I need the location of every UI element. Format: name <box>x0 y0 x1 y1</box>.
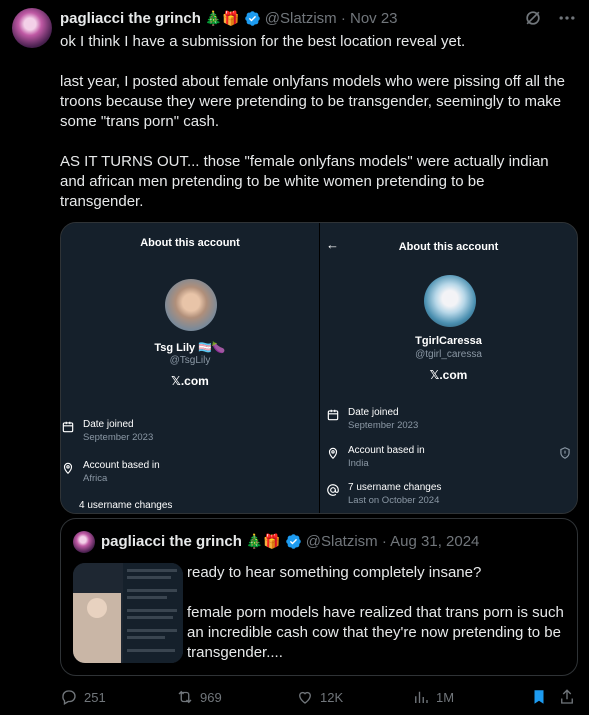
username-changes-row: 7 username changes Last on October 2024 <box>326 481 441 507</box>
tweet-media[interactable]: About this account Tsg Lily 🏳️‍⚧️🍆 @TsgL… <box>60 222 578 514</box>
profile-avatar <box>424 275 476 327</box>
quoted-author-emoji: 🎄🎁 <box>245 533 281 549</box>
account-location-row: Account based in Africa <box>61 459 160 485</box>
account-location-value: India <box>348 458 369 469</box>
repost-count: 969 <box>200 689 222 705</box>
location-pin-icon <box>63 462 73 475</box>
location-pin-icon <box>328 447 338 460</box>
quoted-author-avatar <box>73 531 95 553</box>
profile-handle: @tgirl_caressa <box>415 349 482 360</box>
panel-title: About this account <box>140 237 240 249</box>
profile-avatar <box>165 279 217 331</box>
repost-icon <box>178 690 192 704</box>
tweet-actions: 251 969 12K 1M <box>60 688 578 712</box>
calendar-icon <box>327 409 339 421</box>
verified-badge-icon <box>285 534 301 549</box>
grok-icon[interactable] <box>523 8 543 28</box>
heart-icon <box>299 691 311 704</box>
verified-badge-icon <box>244 10 260 26</box>
quoted-tweet-text: ready to hear something completely insan… <box>187 564 564 661</box>
date-joined-label: Date joined <box>348 407 399 418</box>
profile-name: Tsg Lily 🏳️‍⚧️🍆 <box>154 342 226 354</box>
quoted-tweet-header: pagliacci the grinch 🎄🎁 @Slatzism · Aug … <box>101 533 479 550</box>
analytics-icon <box>415 691 428 703</box>
bookmark-icon <box>534 690 544 704</box>
author-emoji: 🎄🎁 <box>204 9 240 26</box>
more-options-icon[interactable] <box>557 8 577 28</box>
reply-button[interactable]: 251 <box>60 688 106 706</box>
date-joined-value: September 2023 <box>83 432 154 443</box>
date-joined-row: Date joined September 2023 <box>61 418 153 444</box>
quoted-media-thumbnail <box>73 563 183 663</box>
media-panel-right[interactable]: ← About this account TgirlCaressa @tgirl… <box>319 223 577 513</box>
account-location-label: Account based in <box>83 460 160 471</box>
tweet-header: pagliacci the grinch 🎄🎁 @Slatzism · Nov … <box>60 8 398 28</box>
at-sign-icon <box>327 484 339 496</box>
quoted-author-name: pagliacci the grinch <box>101 533 242 550</box>
date-joined-row: Date joined September 2023 <box>326 406 418 432</box>
tweet-top-actions <box>523 8 577 28</box>
share-button[interactable] <box>558 688 582 706</box>
shield-info-icon <box>560 447 570 459</box>
repost-button[interactable]: 969 <box>176 688 222 706</box>
account-location-row: Account based in India <box>326 444 572 470</box>
author-handle-date[interactable]: @Slatzism · Nov 23 <box>265 10 398 27</box>
reply-count: 251 <box>84 689 106 705</box>
last-username-change: Last on October 2024 <box>348 495 440 506</box>
quoted-handle-date: @Slatzism · Aug 31, 2024 <box>305 533 480 550</box>
like-button[interactable]: 12K <box>296 688 343 706</box>
panel-title: About this account <box>398 241 499 253</box>
date-joined-label: Date joined <box>83 419 134 430</box>
reply-icon <box>62 690 76 705</box>
username-changes: 7 username changes <box>348 482 442 493</box>
account-location-value: Africa <box>83 473 108 484</box>
view-count: 1M <box>436 689 455 705</box>
username-changes: 4 username changes <box>79 500 173 511</box>
calendar-icon <box>62 421 74 433</box>
profile-site: 𝕏.com <box>429 368 468 382</box>
bookmark-button[interactable] <box>530 688 554 706</box>
date-joined-value: September 2023 <box>348 420 419 431</box>
author-avatar[interactable] <box>12 8 52 48</box>
tweet-text: ok I think I have a submission for the b… <box>60 33 566 210</box>
profile-name: TgirlCaressa <box>415 335 482 347</box>
account-location-label: Account based in <box>348 445 425 456</box>
quoted-tweet[interactable]: pagliacci the grinch 🎄🎁 @Slatzism · Aug … <box>60 518 578 676</box>
username-changes-row: 4 username changes <box>79 499 172 512</box>
profile-handle: @TsgLily <box>169 355 211 366</box>
share-icon <box>561 689 573 704</box>
like-count: 12K <box>320 689 344 705</box>
views-button[interactable]: 1M <box>412 688 454 706</box>
author-name[interactable]: pagliacci the grinch <box>60 10 201 27</box>
profile-site: 𝕏.com <box>171 374 209 388</box>
media-panel-left[interactable]: About this account Tsg Lily 🏳️‍⚧️🍆 @TsgL… <box>61 223 319 513</box>
